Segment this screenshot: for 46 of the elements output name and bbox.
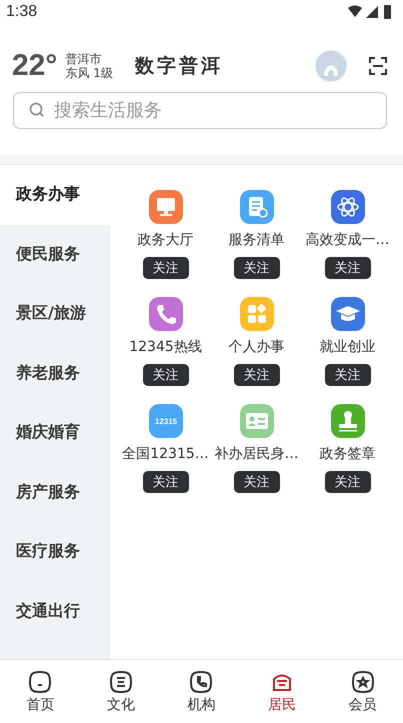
follow-button[interactable]: 关注 (324, 471, 370, 493)
follow-button[interactable]: 关注 (234, 257, 280, 279)
service-name: 政务签章 (320, 445, 376, 463)
grid-icon[interactable] (240, 297, 274, 331)
follow-button[interactable]: 关注 (234, 364, 280, 386)
list-icon (108, 670, 133, 694)
follow-button[interactable]: 关注 (324, 364, 370, 386)
nav-tab[interactable]: 机构 (161, 660, 242, 723)
follow-button[interactable]: 关注 (142, 471, 188, 493)
city: 普洱市 (65, 52, 102, 66)
status-icons (347, 4, 393, 20)
category-tab[interactable]: 政务办事 (0, 165, 110, 224)
service-name: 就业创业 (320, 338, 376, 356)
service-name: 服务清单 (228, 231, 284, 249)
follow-button[interactable]: 关注 (142, 257, 188, 279)
app-logo: 数字普洱 (134, 54, 223, 79)
cap-icon[interactable] (330, 297, 364, 331)
nav-tab[interactable]: 首页 (0, 660, 81, 723)
avatar-icon[interactable] (315, 50, 347, 82)
follow-button[interactable]: 关注 (234, 471, 280, 493)
phone-icon (189, 670, 214, 694)
monitor-icon[interactable] (148, 190, 182, 224)
search-field[interactable]: 搜索生活服务 (13, 92, 387, 129)
follow-button[interactable]: 关注 (142, 364, 188, 386)
phone-icon[interactable] (148, 297, 182, 331)
service-name: 全国12315… (122, 445, 209, 463)
service-name: 个人办事 (228, 338, 284, 356)
service-name: 政务大厅 (138, 231, 194, 249)
status-time: 1:38 (6, 3, 38, 21)
stamp-icon[interactable] (330, 404, 364, 438)
service-name: 补办居民身… (214, 445, 298, 463)
service-name: 12345热线 (129, 338, 202, 356)
temperature: 22° (12, 49, 58, 83)
scan-icon[interactable] (369, 57, 387, 75)
atom-icon[interactable] (330, 190, 364, 224)
follow-button[interactable]: 关注 (324, 257, 370, 279)
nav-tab[interactable]: 居民 (242, 660, 322, 723)
document-icon[interactable] (240, 190, 274, 224)
service-name: 高效变成一… (306, 231, 390, 249)
star-icon (350, 670, 375, 694)
nav-tab[interactable]: 文化 (80, 660, 162, 723)
wind: 东风 1级 (65, 66, 113, 80)
card-icon[interactable] (240, 404, 274, 438)
search-icon (29, 102, 45, 118)
nav-tab[interactable]: 会员 (322, 660, 403, 723)
home-icon (28, 670, 52, 694)
